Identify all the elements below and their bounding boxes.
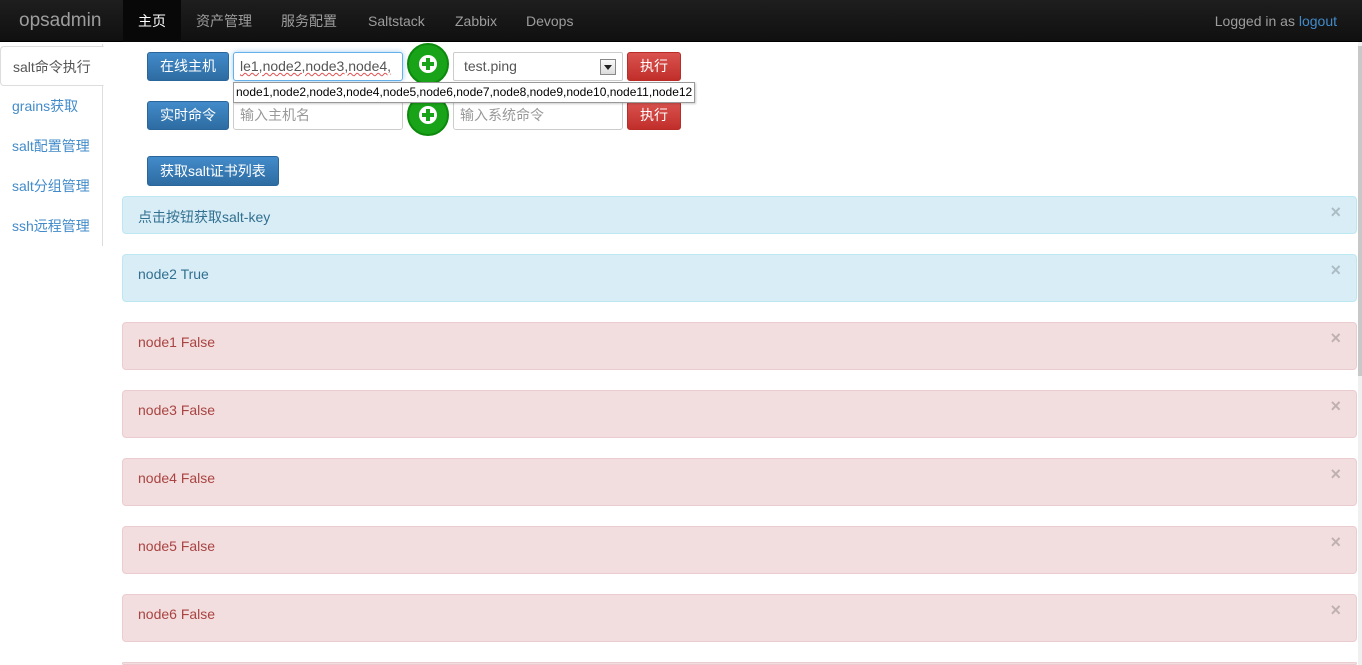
nav-home[interactable]: 主页 (123, 0, 181, 42)
alert-info: 点击按钮获取salt-key × (122, 196, 1357, 234)
nav-assets[interactable]: 资产管理 (181, 0, 267, 42)
system-command-input[interactable]: 输入系统命令 (453, 101, 623, 130)
nav-zabbix[interactable]: Zabbix (440, 0, 512, 42)
alert-message: node5 False (138, 538, 216, 554)
top-navbar: opsadmin 主页 资产管理 服务配置 Saltstack Zabbix D… (0, 0, 1362, 42)
sidebar-item-salt-config[interactable]: salt配置管理 (0, 126, 103, 166)
close-icon[interactable]: × (1330, 328, 1341, 348)
command-select[interactable]: test.ping (453, 52, 623, 81)
close-icon[interactable]: × (1330, 464, 1341, 484)
sidebar-item-grains[interactable]: grains获取 (0, 86, 103, 126)
sidebar-item-ssh-remote[interactable]: ssh远程管理 (0, 206, 103, 246)
execute-command-button[interactable]: 执行 (627, 101, 681, 130)
host-name-input[interactable]: 输入主机名 (233, 101, 403, 130)
close-icon[interactable]: × (1330, 260, 1341, 280)
chevron-down-icon[interactable] (600, 59, 616, 75)
hosts-tooltip: node1,node2,node3,node4,node5,node6,node… (233, 82, 696, 103)
realtime-command-button[interactable]: 实时命令 (147, 101, 229, 130)
logout-link[interactable]: logout (1299, 13, 1337, 29)
online-hosts-button[interactable]: 在线主机 (147, 52, 229, 81)
execute-button[interactable]: 执行 (627, 52, 681, 81)
alert-message: node2 True (138, 266, 209, 282)
command-select-value: test.ping (464, 58, 517, 74)
sidebar: salt命令执行 grains获取 salt配置管理 salt分组管理 ssh远… (0, 44, 104, 246)
close-icon[interactable]: × (1330, 532, 1341, 552)
alert-danger: node4 False × (122, 458, 1357, 506)
brand-logo[interactable]: opsadmin (19, 9, 101, 33)
hosts-input[interactable]: le1,node2,node3,node4, (233, 52, 403, 81)
alert-info: node2 True × (122, 254, 1357, 302)
hosts-input-value: le1,node2,node3,node4, (240, 58, 392, 74)
close-icon[interactable]: × (1330, 396, 1341, 416)
sidebar-item-salt-command[interactable]: salt命令执行 (0, 46, 104, 86)
alert-message: 点击按钮获取salt-key (138, 209, 271, 225)
get-salt-cert-list-button[interactable]: 获取salt证书列表 (147, 156, 279, 186)
alert-message: node4 False (138, 470, 216, 486)
close-icon[interactable]: × (1330, 600, 1341, 620)
system-command-placeholder: 输入系统命令 (460, 107, 544, 123)
alert-danger: node6 False × (122, 594, 1357, 642)
alert-danger: node1 False × (122, 322, 1357, 370)
sidebar-item-salt-group[interactable]: salt分组管理 (0, 166, 103, 206)
host-name-placeholder: 输入主机名 (240, 107, 310, 123)
scrollbar-thumb[interactable] (1358, 46, 1362, 376)
alert-message: node1 False (138, 334, 216, 350)
nav-saltstack[interactable]: Saltstack (353, 0, 440, 42)
alert-danger: node3 False × (122, 390, 1357, 438)
alert-message: node6 False (138, 606, 216, 622)
add-host-plus-icon[interactable] (407, 43, 449, 85)
alert-danger: node5 False × (122, 526, 1357, 574)
nav-devops[interactable]: Devops (511, 0, 588, 42)
nav-service-config[interactable]: 服务配置 (266, 0, 352, 42)
page-scrollbar[interactable] (1358, 42, 1362, 665)
user-status: Logged in as logout (1215, 0, 1337, 42)
close-icon[interactable]: × (1330, 202, 1341, 222)
alert-message: node3 False (138, 402, 216, 418)
logged-in-text: Logged in as (1214, 13, 1295, 29)
